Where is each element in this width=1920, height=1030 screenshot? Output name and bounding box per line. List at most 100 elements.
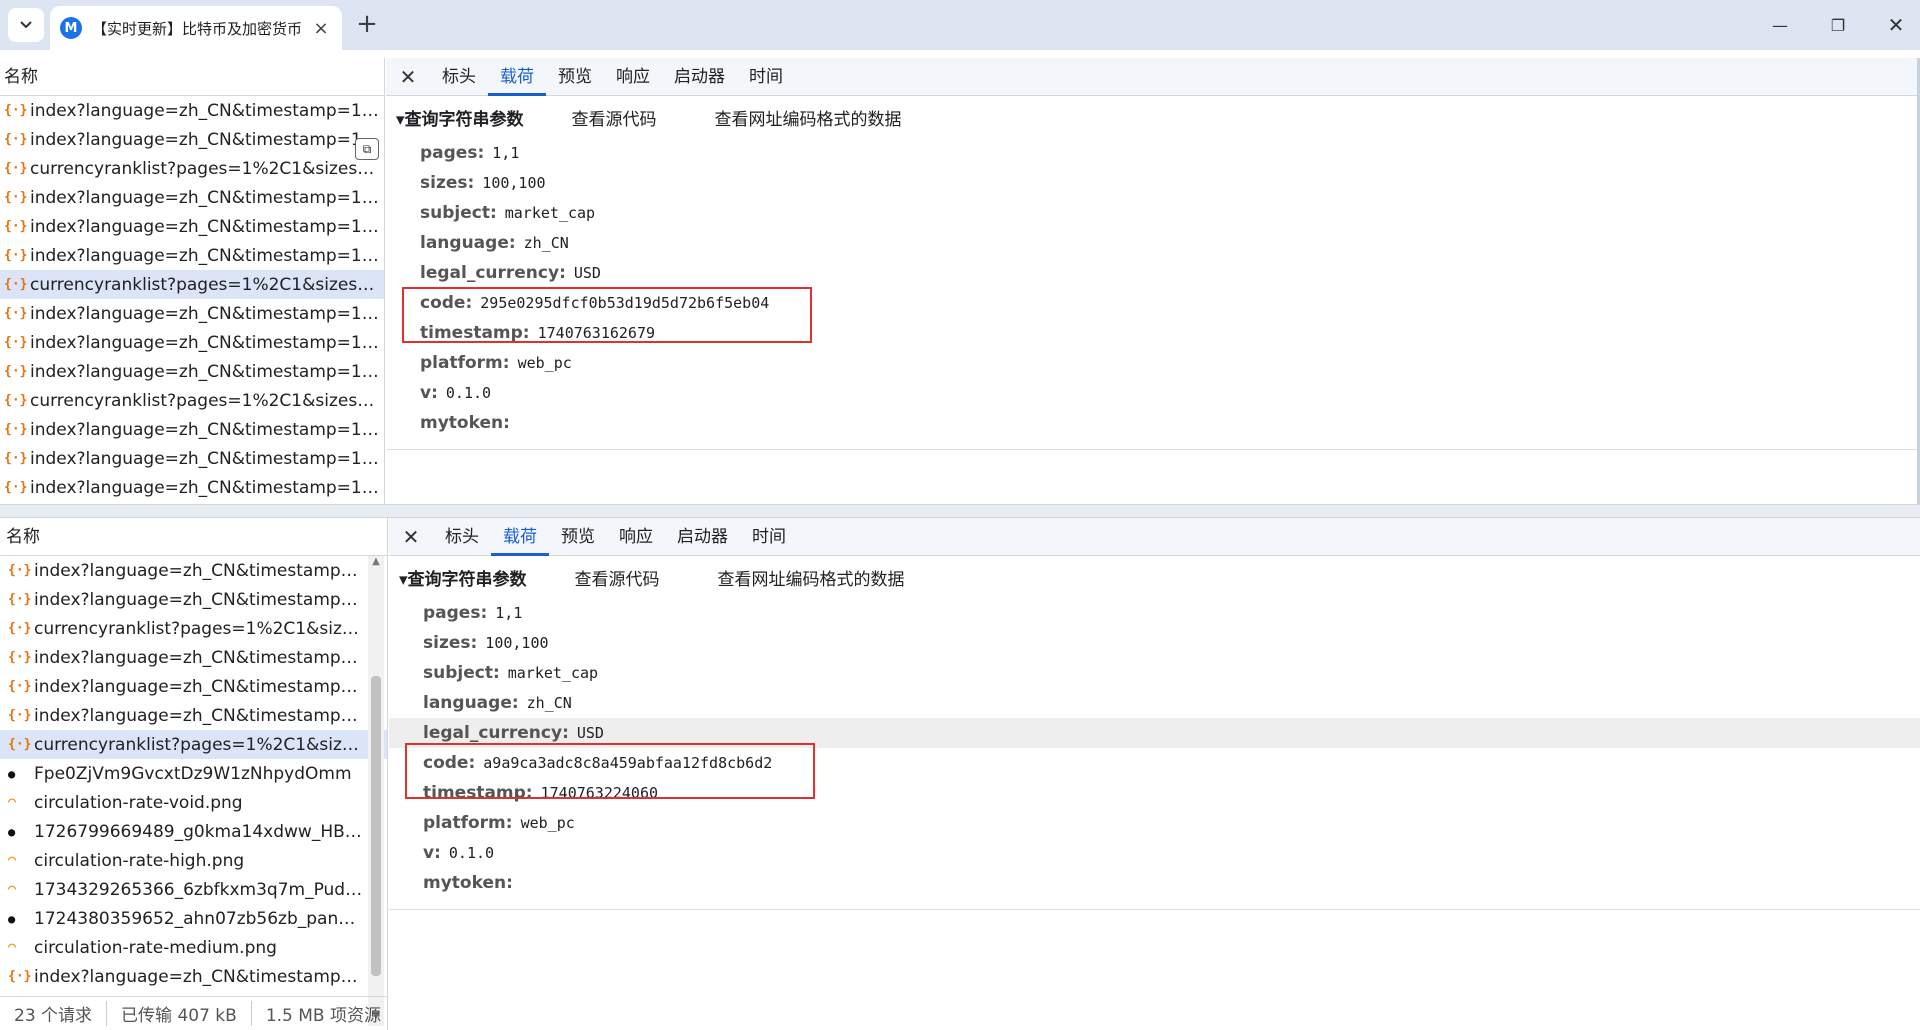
request-row[interactable]: {·} index?language=zh_CN&timestamp=1740..…	[0, 183, 384, 212]
request-name: circulation-rate-void.png	[34, 792, 243, 813]
request-row[interactable]: {·} index?language=zh_CN&timestamp=1...	[0, 125, 384, 154]
tab-initiator[interactable]: 启动器	[662, 58, 737, 96]
tab-preview[interactable]: 预览	[549, 518, 607, 556]
new-tab-button[interactable]: +	[350, 8, 384, 42]
request-row[interactable]: ● 1726799669489_g0kma14xdww_HBAR....	[0, 817, 387, 846]
tab-headers[interactable]: 标头	[430, 58, 488, 96]
tab-headers[interactable]: 标头	[433, 518, 491, 556]
window-close-button[interactable]: ✕	[1876, 8, 1916, 42]
panel-splitter[interactable]	[0, 504, 1920, 518]
param-key: v:	[423, 843, 441, 863]
json-request-icon: {·}	[4, 277, 28, 292]
request-row[interactable]: ◠ circulation-rate-medium.png	[0, 933, 387, 962]
json-request-icon: {·}	[4, 393, 28, 408]
param-value[interactable]: web_pc	[518, 354, 572, 372]
request-row[interactable]: ● Fpe0ZjVm9GvcxtDz9W1zNhpydOmm	[0, 759, 387, 788]
tab-close-icon[interactable]: ×	[310, 18, 332, 39]
param-key: language:	[420, 233, 516, 253]
request-row[interactable]: {·} currencyranklist?pages=1%2C1&sizes=..…	[0, 730, 387, 759]
request-row[interactable]: {·} index?language=zh_CN&timestamp=1...	[0, 672, 387, 701]
copy-icon[interactable]: ⧉	[355, 138, 379, 160]
param-value[interactable]: USD	[577, 724, 604, 742]
request-row[interactable]: {·} index?language=zh_CN&timestamp=1740..…	[0, 415, 384, 444]
tab-response[interactable]: 响应	[607, 518, 665, 556]
scroll-thumb[interactable]	[371, 676, 381, 976]
tab-payload[interactable]: 载荷	[491, 518, 549, 556]
request-row[interactable]: {·} index?language=zh_CN&timestamp=1740..…	[0, 357, 384, 386]
param-value[interactable]: market_cap	[508, 664, 598, 682]
json-request-icon: {·}	[8, 737, 32, 752]
json-request-icon: {·}	[4, 422, 28, 437]
close-detail-icon[interactable]: ✕	[386, 65, 430, 89]
scroll-up-arrow-icon[interactable]: ▲	[368, 556, 384, 572]
param-value[interactable]: 1,1	[495, 604, 522, 622]
query-string-toggle[interactable]: ▾查询字符串参数	[399, 565, 527, 590]
name-column-header[interactable]: 名称	[0, 58, 384, 96]
request-row[interactable]: ◠ circulation-rate-high.png	[0, 846, 387, 875]
view-url-encoded-link[interactable]: 查看网址编码格式的数据	[718, 565, 905, 590]
maximize-button[interactable]: ❐	[1818, 8, 1858, 42]
param-value[interactable]: zh_CN	[524, 234, 569, 252]
param-value[interactable]: USD	[574, 264, 601, 282]
tab-response[interactable]: 响应	[604, 58, 662, 96]
request-row[interactable]: {·} index?language=zh_CN&timestamp=1...	[0, 556, 387, 585]
detail-tab-bar: ✕ 标头 载荷 预览 响应 启动器 时间	[386, 58, 1920, 96]
request-name: circulation-rate-high.png	[34, 850, 245, 871]
request-detail: ✕ 标头 载荷 预览 响应 启动器 时间 ▾查询字符串参数 查看源代码 查看网址…	[386, 58, 1920, 504]
param-value[interactable]: 100,100	[485, 634, 548, 652]
param-value[interactable]: 100,100	[482, 174, 545, 192]
param-value[interactable]: web_pc	[521, 814, 575, 832]
query-param-row: sizes: 100,100	[423, 628, 1920, 658]
tab-payload[interactable]: 载荷	[488, 58, 546, 96]
request-row[interactable]: ◠ circulation-rate-void.png	[0, 788, 387, 817]
tab-timing[interactable]: 时间	[737, 58, 795, 96]
close-detail-icon[interactable]: ✕	[389, 525, 433, 549]
request-name: index?language=zh_CN&timestamp=1740...	[30, 216, 380, 237]
query-param-row: subject: market_cap	[423, 658, 1920, 688]
tab-preview[interactable]: 预览	[546, 58, 604, 96]
param-value[interactable]: 0.1.0	[446, 384, 491, 402]
tab-search-button[interactable]	[8, 8, 44, 42]
json-request-icon: {·}	[8, 650, 32, 665]
query-param-row: v: 0.1.0	[423, 838, 1920, 868]
view-url-encoded-link[interactable]: 查看网址编码格式的数据	[715, 105, 902, 130]
request-row[interactable]: {·} index?language=zh_CN&timestamp=1740..…	[0, 96, 384, 125]
request-name: index?language=zh_CN&timestamp=1...	[30, 129, 378, 150]
view-source-link[interactable]: 查看源代码	[572, 105, 657, 130]
param-key: subject:	[423, 663, 500, 683]
request-row[interactable]: {·} currencyranklist?pages=1%2C1&sizes=..…	[0, 614, 387, 643]
minimize-button[interactable]: —	[1760, 8, 1800, 42]
request-row[interactable]: {·} index?language=zh_CN&timestamp=1...	[0, 585, 387, 614]
request-row[interactable]: {·} index?language=zh_CN&timestamp=1740..…	[0, 241, 384, 270]
request-row[interactable]: {·} currencyranklist?pages=1%2C1&sizes=10…	[0, 270, 384, 299]
tab-timing[interactable]: 时间	[740, 518, 798, 556]
request-row[interactable]: {·} index?language=zh_CN&timestamp=1740..…	[0, 212, 384, 241]
query-string-toggle[interactable]: ▾查询字符串参数	[396, 105, 524, 130]
param-value[interactable]: 1,1	[492, 144, 519, 162]
browser-tab[interactable]: M 【实时更新】比特币及加密货币 ×	[50, 6, 342, 50]
query-param-row: subject: market_cap	[420, 198, 1920, 228]
request-row[interactable]: {·} index?language=zh_CN&timestamp=1740..…	[0, 328, 384, 357]
request-row[interactable]: {·} currencyranklist?pages=1%2C1&sizes=10…	[0, 386, 384, 415]
name-column-header[interactable]: 名称	[0, 518, 387, 556]
request-row[interactable]: ● 1724380359652_ahn07zb56zb_pancake...	[0, 904, 387, 933]
request-row[interactable]: {·} index?language=zh_CN&timestamp=1740..…	[0, 444, 384, 473]
request-row[interactable]: {·} index?language=zh_CN&timestamp=1740..…	[0, 299, 384, 328]
view-source-link[interactable]: 查看源代码	[575, 565, 660, 590]
request-row[interactable]: {·} index?language=zh_CN&timestamp=1740..…	[0, 473, 384, 502]
request-row[interactable]: {·} index?language=zh_CN&timestamp=1...	[0, 701, 387, 730]
request-name: index?language=zh_CN&timestamp=1...	[34, 560, 364, 581]
request-row[interactable]: {·} index?language=zh_CN&timestamp=1...	[0, 962, 387, 991]
query-param-row: sizes: 100,100	[420, 168, 1920, 198]
json-request-icon: {·}	[4, 190, 28, 205]
param-value[interactable]: market_cap	[505, 204, 595, 222]
request-row[interactable]: ◠ 1734329265366_6zbfkxm3q7m_Pudgy...	[0, 875, 387, 904]
json-request-icon: {·}	[4, 219, 28, 234]
json-request-icon: {·}	[4, 451, 28, 466]
tab-initiator[interactable]: 启动器	[665, 518, 740, 556]
request-row[interactable]: {·} index?language=zh_CN&timestamp=1...	[0, 643, 387, 672]
request-row[interactable]: {·} currencyranklist?pages=1%2C1&sizes=10…	[0, 154, 384, 183]
request-list-scrollbar[interactable]: ▲ ▼	[368, 556, 384, 1026]
param-value[interactable]: 0.1.0	[449, 844, 494, 862]
param-value[interactable]: zh_CN	[527, 694, 572, 712]
